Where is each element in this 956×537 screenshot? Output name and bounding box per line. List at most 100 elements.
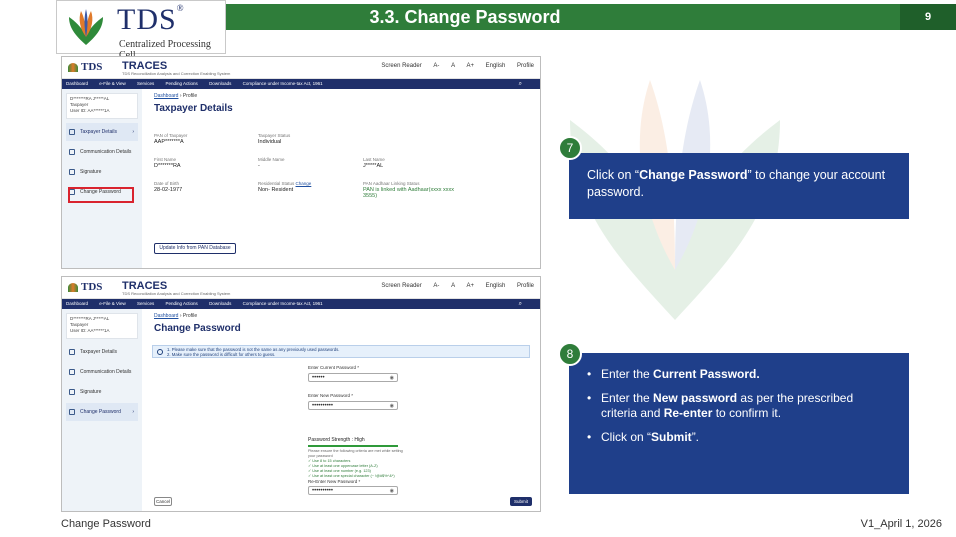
- nav-pending-actions[interactable]: Pending Actions: [166, 81, 198, 86]
- field-middle-name: Middle Name -: [258, 157, 285, 169]
- step-7-badge: 7: [558, 136, 582, 160]
- user-card: D*******RA J*****AL Taxpayer User ID: AA…: [66, 93, 138, 119]
- field-first-name: First Name D*******RA: [154, 157, 181, 169]
- font-normal-button[interactable]: A: [451, 63, 455, 69]
- main-nav: Dashboard e-File & View Services Pending…: [62, 299, 540, 309]
- sidebar-item-signature[interactable]: Signature: [66, 383, 138, 401]
- sidebar-item-change-password[interactable]: Change Password ›: [66, 403, 138, 421]
- main-nav: Dashboard e-File & View Services Pending…: [62, 79, 540, 89]
- profile-sidebar: D*******RA J*****AL Taxpayer User ID: AA…: [62, 89, 142, 268]
- nav-compliance[interactable]: Compliance under Income-tax Act, 1961: [243, 301, 323, 306]
- password-strength: Password Strength : High: [308, 437, 365, 443]
- profile-menu[interactable]: Profile: [517, 63, 534, 69]
- app-logo: TDS: [68, 281, 102, 293]
- nav-services[interactable]: Services: [137, 301, 154, 306]
- leaf-icon: [68, 62, 78, 72]
- signature-icon: [69, 169, 75, 175]
- search-icon[interactable]: ⌕: [519, 299, 522, 309]
- signature-icon: [69, 389, 75, 395]
- password-content: Dashboard › Profile Change Password 1. P…: [148, 309, 536, 511]
- change-residential-link[interactable]: Change: [296, 181, 312, 186]
- field-last-name: Last Name J*****AL: [363, 157, 385, 169]
- criteria-note: Please ensure the following criteria are…: [308, 449, 403, 458]
- font-decrease-button[interactable]: A-: [433, 63, 439, 69]
- password-criteria: Please ensure the following criteria are…: [308, 449, 408, 479]
- reenter-password-input[interactable]: •••••••••• ◉: [308, 486, 398, 495]
- search-icon[interactable]: ⌕: [519, 79, 522, 89]
- nav-compliance[interactable]: Compliance under Income-tax Act, 1961: [243, 81, 323, 86]
- id-card-icon: [69, 349, 75, 355]
- step-8-bullet-2: Enter the New password as per the prescr…: [587, 391, 891, 421]
- change-password-highlight: [68, 187, 134, 203]
- chevron-right-icon: ›: [132, 129, 134, 135]
- user-id: User ID: AA******1A: [70, 328, 110, 333]
- key-icon: [69, 409, 75, 415]
- nav-dashboard[interactable]: Dashboard: [66, 301, 88, 306]
- eye-icon[interactable]: ◉: [390, 402, 394, 410]
- password-info-box: 1. Please make sure that the password is…: [152, 345, 530, 358]
- profile-menu[interactable]: Profile: [517, 283, 534, 289]
- new-password-input[interactable]: •••••••••• ◉: [308, 401, 398, 410]
- user-id: User ID: AA******1A: [70, 108, 110, 113]
- footer-version: V1_April 1, 2026: [860, 518, 942, 530]
- header-links: Screen Reader A- A A+ English Profile: [371, 283, 534, 289]
- font-decrease-button[interactable]: A-: [433, 283, 439, 289]
- info-icon: [157, 349, 163, 355]
- footer-title: Change Password: [61, 518, 151, 530]
- app-tagline: TDS Reconciliation Analysis and Correcti…: [122, 71, 231, 76]
- nav-downloads[interactable]: Downloads: [209, 301, 231, 306]
- breadcrumb: Dashboard › Profile: [154, 93, 198, 99]
- eye-icon[interactable]: ◉: [390, 487, 394, 495]
- field-residential-status: Residential Status Change Non- Resident: [258, 181, 312, 193]
- nav-efile-view[interactable]: e-File & View: [99, 81, 125, 86]
- language-select[interactable]: English: [486, 63, 506, 69]
- sidebar-item-taxpayer-details[interactable]: Taxpayer Details: [66, 343, 138, 361]
- nav-pending-actions[interactable]: Pending Actions: [166, 301, 198, 306]
- strength-bar: [308, 445, 398, 447]
- eye-icon[interactable]: ◉: [390, 374, 394, 382]
- language-select[interactable]: English: [486, 283, 506, 289]
- communication-icon: [69, 369, 75, 375]
- app-tagline: TDS Reconciliation Analysis and Correcti…: [122, 291, 231, 296]
- screen-reader-link[interactable]: Screen Reader: [381, 63, 421, 69]
- font-normal-button[interactable]: A: [451, 283, 455, 289]
- sidebar-item-taxpayer-details[interactable]: Taxpayer Details ›: [66, 123, 138, 141]
- nav-downloads[interactable]: Downloads: [209, 81, 231, 86]
- field-dob: Date of Birth 28-02-1977: [154, 181, 183, 193]
- sidebar-item-communication-details[interactable]: Communication Details: [66, 143, 138, 161]
- current-password-input[interactable]: •••••• ◉: [308, 373, 398, 382]
- profile-screenshot: TDS TRACES TDS Reconciliation Analysis a…: [61, 56, 541, 269]
- nav-dashboard[interactable]: Dashboard: [66, 81, 88, 86]
- chevron-right-icon: ›: [132, 409, 134, 415]
- sidebar-item-communication-details[interactable]: Communication Details: [66, 363, 138, 381]
- tds-logo: TDS® Centralized Processing Cell: [56, 0, 226, 61]
- logo-name: TDS®: [117, 3, 185, 36]
- step-8-bullet-1: Enter the Current Password.: [587, 367, 891, 382]
- breadcrumb-dashboard[interactable]: Dashboard: [154, 93, 178, 99]
- id-card-icon: [69, 129, 75, 135]
- nav-efile-view[interactable]: e-File & View: [99, 301, 125, 306]
- page-number: 9: [900, 4, 956, 30]
- header-links: Screen Reader A- A A+ English Profile: [371, 63, 534, 69]
- step-8-callout: Enter the Current Password. Enter the Ne…: [569, 353, 909, 494]
- submit-button[interactable]: Submit: [510, 497, 532, 506]
- font-increase-button[interactable]: A+: [466, 63, 474, 69]
- change-password-screenshot: TDS TRACES TDS Reconciliation Analysis a…: [61, 276, 541, 512]
- nav-services[interactable]: Services: [137, 81, 154, 86]
- step-7-callout: Click on “Change Password” to change you…: [569, 153, 909, 219]
- field-taxpayer-status: Taxpayer Status Individual: [258, 133, 291, 145]
- profile-sidebar: D*******RA J*****AL Taxpayer User ID: AA…: [62, 309, 142, 511]
- user-card: D*******RA J*****AL Taxpayer User ID: AA…: [66, 313, 138, 339]
- breadcrumb: Dashboard › Profile: [154, 313, 198, 319]
- sidebar-item-signature[interactable]: Signature: [66, 163, 138, 181]
- cancel-button[interactable]: Cancel: [154, 497, 172, 506]
- reenter-password-label: Re-Enter New Password *: [308, 479, 361, 484]
- communication-icon: [69, 149, 75, 155]
- leaf-icon: [68, 282, 78, 292]
- breadcrumb-dashboard[interactable]: Dashboard: [154, 313, 178, 319]
- app-logo: TDS: [68, 61, 102, 73]
- screen-reader-link[interactable]: Screen Reader: [381, 283, 421, 289]
- update-from-pan-button[interactable]: Update Info from PAN Database: [154, 243, 236, 254]
- font-increase-button[interactable]: A+: [466, 283, 474, 289]
- info-line-2: 2. Make sure the password is difficult f…: [167, 352, 276, 357]
